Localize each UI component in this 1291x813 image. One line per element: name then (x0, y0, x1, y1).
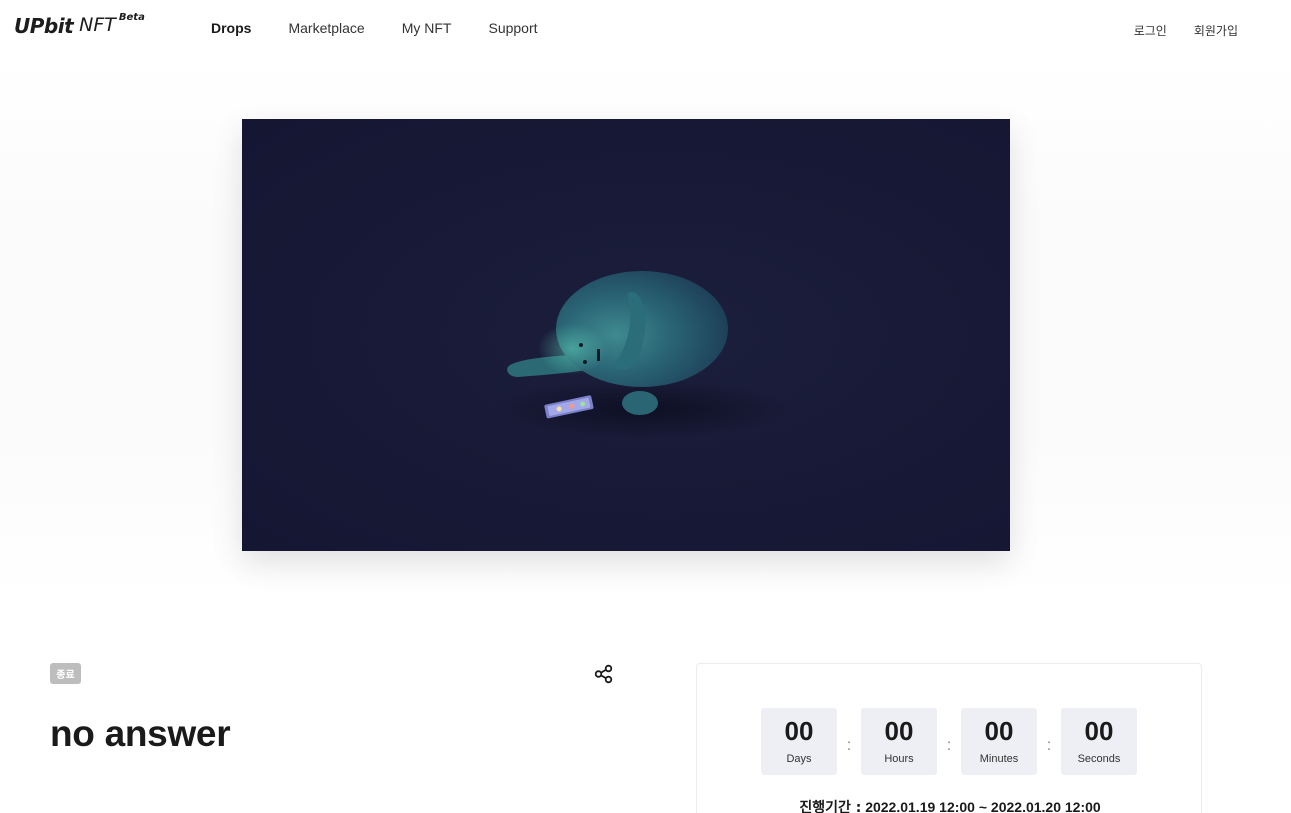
period-value: 2022.01.19 12:00 ~ 2022.01.20 12:00 (865, 799, 1101, 813)
hours-value: 00 (884, 716, 914, 746)
days-label: Days (786, 753, 812, 765)
countdown-seconds: 00 Seconds (1061, 708, 1137, 775)
minutes-label: Minutes (979, 753, 1019, 765)
auth-links: 로그인 회원가입 (1107, 22, 1238, 39)
countdown-timer: 00 Days : 00 Hours : 00 Minutes : 00 Sec… (761, 708, 1137, 775)
countdown-minutes: 00 Minutes (961, 708, 1037, 775)
sale-period: 진행기간 : 2022.01.19 12:00 ~ 2022.01.20 12:… (697, 797, 1203, 813)
seconds-value: 00 (1084, 716, 1114, 746)
countdown-separator: : (846, 736, 852, 754)
upbit-nft-logo[interactable]: UPbit NFT Beta (14, 12, 145, 44)
nav-support[interactable]: Support (488, 20, 537, 36)
countdown-separator: : (1046, 736, 1052, 754)
period-label: 진행기간 : (799, 800, 862, 813)
logo-wordmark: UPbit (14, 14, 74, 38)
countdown-separator: : (946, 736, 952, 754)
minutes-value: 00 (984, 716, 1014, 746)
countdown-card: 00 Days : 00 Hours : 00 Minutes : 00 Sec… (696, 663, 1202, 813)
hours-label: Hours (884, 753, 914, 765)
nav-marketplace[interactable]: Marketplace (288, 20, 364, 36)
seconds-label: Seconds (1077, 753, 1121, 765)
signup-link[interactable]: 회원가입 (1194, 22, 1238, 39)
nav-my-nft[interactable]: My NFT (402, 20, 452, 36)
login-link[interactable]: 로그인 (1134, 22, 1167, 39)
status-badge: 종료 (50, 663, 81, 684)
share-button[interactable] (594, 664, 614, 684)
logo-beta-tag: Beta (118, 12, 145, 23)
artwork-illustration (492, 271, 792, 439)
nft-artwork-image (242, 119, 1010, 551)
countdown-hours: 00 Hours (861, 708, 937, 775)
days-value: 00 (784, 716, 814, 746)
main-nav: Drops Marketplace My NFT Support (211, 20, 575, 36)
logo-nft-text: NFT (79, 14, 116, 36)
share-icon (594, 664, 613, 684)
drop-title: no answer (50, 713, 231, 754)
nav-drops[interactable]: Drops (211, 20, 251, 36)
top-header: UPbit NFT Beta Drops Marketplace My NFT … (0, 0, 1291, 58)
countdown-days: 00 Days (761, 708, 837, 775)
